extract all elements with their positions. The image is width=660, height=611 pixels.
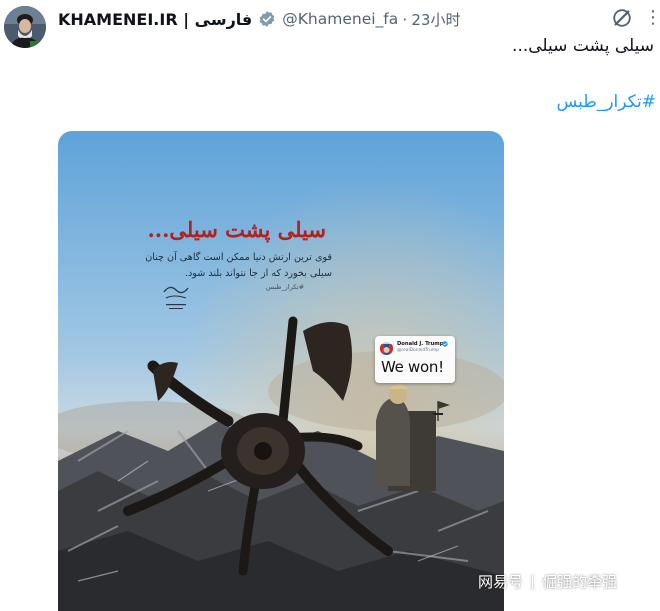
timestamp[interactable]: 23小时 (411, 9, 460, 30)
poster-hashtag: #تکرار_طبس (266, 283, 305, 291)
embedded-avatar (380, 342, 393, 355)
signature-logo-icon (163, 286, 189, 309)
embedded-handle: @realDonaldTrump (397, 348, 439, 353)
separator-dot: · (402, 9, 408, 29)
tweet-text: سیلی پشت سیلی... (512, 36, 654, 56)
more-icon[interactable]: ⋮ (644, 8, 660, 28)
display-name[interactable]: KHAMENEI.IR | فارسی (58, 10, 252, 29)
watermark-separator: | (530, 572, 536, 590)
verified-badge-icon (259, 11, 275, 27)
watermark-platform: 网易号 (478, 572, 524, 591)
embedded-display-name: Donald J. Trump (397, 341, 444, 347)
watermark: 网易号 | 倔强的牵强 (478, 569, 617, 593)
poster-body-line: قوی ترین ارتش دنیا ممکن است گاهی آن چنان (145, 252, 332, 263)
poster-title: سیلی پشت سیلی... (147, 217, 326, 242)
poster-body: قوی ترین ارتش دنیا ممکن است گاهی آن چنان… (140, 250, 332, 282)
poster-body-line: سیلی بخورد که از جا نتواند بلند شود. (184, 268, 332, 279)
embedded-verified-icon (442, 341, 448, 347)
watermark-author: 倔强的牵强 (542, 572, 618, 591)
hashtag-link[interactable]: #تکرار_طبس (556, 92, 656, 112)
embedded-tweet-text: We won! (381, 358, 444, 376)
avatar[interactable] (4, 6, 46, 48)
user-handle[interactable]: @Khamenei_fa (282, 10, 398, 28)
embedded-tweet-card: Donald J. Trump @realDonaldTrump We won! (375, 336, 455, 383)
grok-icon[interactable] (611, 7, 633, 29)
tweet-header: KHAMENEI.IR | فارسی @Khamenei_fa · 23小时 (58, 8, 460, 30)
